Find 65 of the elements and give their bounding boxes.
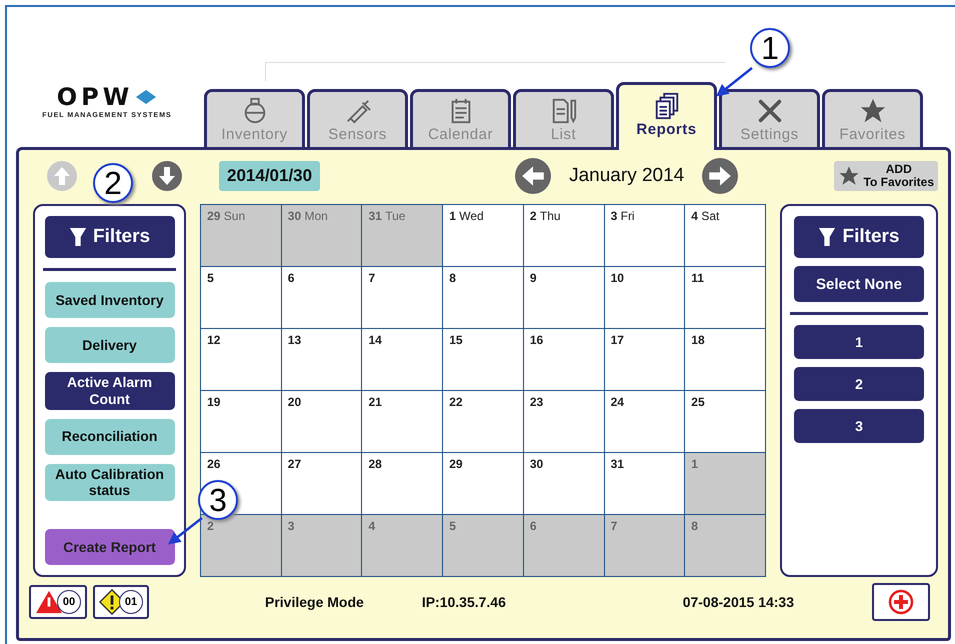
- add-button[interactable]: [872, 583, 930, 621]
- calendar-day-label[interactable]: 24: [610, 395, 624, 409]
- calendar-day-label[interactable]: 13: [288, 333, 302, 347]
- filter-button[interactable]: Auto Calibration status: [44, 464, 175, 502]
- add-to-favorites-button[interactable]: ADD To Favorites: [834, 160, 938, 192]
- tank-button[interactable]: 1: [794, 325, 924, 359]
- calendar-day-label[interactable]: 16: [530, 333, 544, 347]
- calendar-day-label[interactable]: 7: [368, 271, 376, 285]
- filters-button[interactable]: Filters: [44, 216, 175, 258]
- calendar-day-label[interactable]: 5: [207, 271, 214, 285]
- next-month-button[interactable]: [702, 158, 738, 194]
- calendar-day-label[interactable]: 28: [368, 457, 382, 471]
- filter-button[interactable]: Reconciliation: [44, 418, 175, 455]
- funnel-icon: [69, 226, 88, 248]
- star-icon: [858, 97, 886, 125]
- calendar-day-label[interactable]: 23: [530, 395, 544, 409]
- tab[interactable]: Reports: [616, 82, 717, 150]
- calendar-day-label[interactable]: 17: [610, 333, 624, 347]
- calendar-day-label[interactable]: 2 Thu: [530, 209, 561, 223]
- ip-address: IP:10.35.7.46: [422, 594, 506, 610]
- callout-arrow: [716, 67, 753, 97]
- calendar-day-label[interactable]: 20: [288, 395, 302, 409]
- callout-number: 1: [750, 28, 790, 68]
- star-icon: [838, 165, 860, 187]
- calendar-day-label[interactable]: 21: [368, 395, 382, 409]
- previous-month-button[interactable]: [515, 158, 552, 194]
- create-report-button[interactable]: Create Report: [44, 529, 175, 565]
- calendar-day-label[interactable]: 18: [691, 333, 705, 347]
- callout-arrow: [168, 517, 203, 545]
- calendar-day-label[interactable]: 3 Fri: [610, 209, 635, 223]
- calendar-day-label[interactable]: 10: [610, 271, 624, 285]
- filter-button[interactable]: Delivery: [44, 327, 175, 363]
- plus-icon: [888, 589, 914, 615]
- calendar-day-label[interactable]: 22: [449, 395, 463, 409]
- calendar-day-label[interactable]: 31: [610, 457, 624, 471]
- alarm-triangle-icon: [35, 590, 63, 614]
- calendar-day-label[interactable]: 29: [449, 457, 463, 471]
- calendar-day-label[interactable]: 14: [368, 333, 382, 347]
- calendar-day-label[interactable]: 8: [449, 271, 456, 285]
- down-arrow-button[interactable]: [152, 161, 182, 191]
- tank-button[interactable]: 3: [794, 409, 924, 443]
- calendar-day-label[interactable]: 19: [207, 395, 220, 409]
- month-title: January 2014: [569, 165, 684, 187]
- date-display: 2014/01/30: [219, 161, 320, 191]
- calendar-day-label[interactable]: 11: [691, 271, 704, 285]
- calendar-day-label[interactable]: 4 Sat: [691, 209, 720, 223]
- calendar-day-label[interactable]: 9: [530, 271, 537, 285]
- warning-button[interactable]: 01: [93, 585, 149, 619]
- filters-button[interactable]: Filters: [794, 216, 924, 258]
- alarm-button[interactable]: 00: [29, 585, 87, 619]
- calendar-day-label[interactable]: 15: [449, 333, 463, 347]
- calendar-day-label[interactable]: 30: [530, 457, 544, 471]
- calendar-day-label[interactable]: 6: [288, 271, 294, 285]
- filter-button[interactable]: Active Alarm Count: [44, 372, 175, 410]
- calendar-day-label[interactable]: 27: [288, 457, 302, 471]
- calendar-day-label[interactable]: 12: [207, 333, 220, 347]
- filter-button[interactable]: Saved Inventory: [44, 282, 175, 318]
- calendar-day-label[interactable]: 25: [691, 395, 705, 409]
- funnel-icon: [818, 226, 836, 248]
- privilege-mode-text: Privilege Mode: [265, 594, 364, 610]
- calendar-day-label[interactable]: 1 Wed: [449, 209, 484, 223]
- tank-button[interactable]: 2: [794, 367, 924, 401]
- calendar-day-label[interactable]: 26: [207, 457, 220, 471]
- date-time: 07-08-2015 14:33: [682, 594, 794, 610]
- select-none-button[interactable]: Select None: [794, 266, 924, 302]
